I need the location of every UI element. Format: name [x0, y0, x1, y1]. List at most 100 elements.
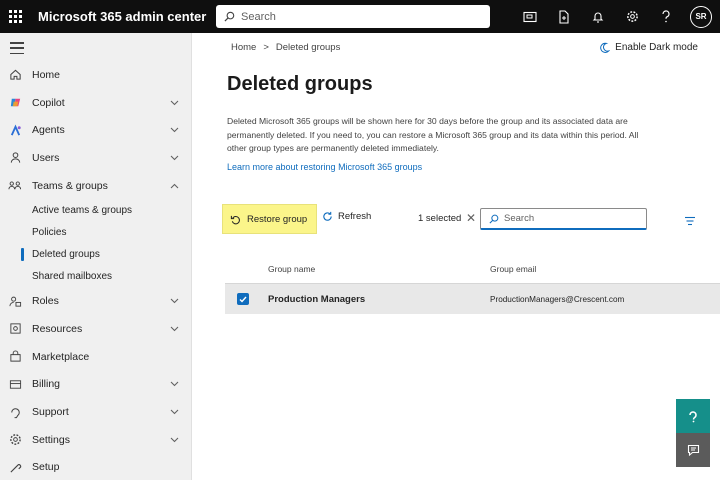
selected-count: 1 selected	[418, 213, 462, 224]
search-icon	[489, 214, 499, 224]
refresh-button[interactable]: Refresh	[322, 211, 371, 222]
sidebar-item-label: Setup	[32, 461, 60, 474]
sidebar-item-billing[interactable]: Billing	[0, 371, 191, 399]
sidebar-item-label: Teams & groups	[32, 179, 108, 192]
table-header: Group name Group email	[225, 255, 720, 283]
dark-mode-toggle[interactable]: Enable Dark mode	[599, 42, 698, 53]
chevron-down-icon	[170, 437, 179, 442]
sidebar-item-users[interactable]: Users	[0, 144, 191, 172]
chevron-down-icon	[170, 381, 179, 387]
sidebar-item-label: Home	[32, 68, 61, 81]
refresh-icon	[323, 211, 332, 221]
sidebar-item-agents[interactable]: Agents	[0, 116, 191, 144]
page-description: Deleted Microsoft 365 groups will be sho…	[227, 116, 639, 153]
roles-icon	[8, 294, 22, 308]
checkmark-icon	[239, 296, 247, 303]
sidebar-subitem-policies[interactable]: Policies	[0, 221, 191, 243]
billing-icon	[8, 377, 22, 391]
sidebar-subitem-active-teams[interactable]: Active teams & groups	[0, 199, 191, 221]
sidebar-subitem-shared-mailboxes[interactable]: Shared mailboxes	[0, 265, 191, 287]
command-bar: Restore group Refresh 1 selected ✕	[222, 204, 695, 234]
support-icon	[8, 405, 22, 419]
sidebar-item-label: Support	[32, 406, 69, 419]
teams-icon	[8, 179, 22, 193]
learn-more-link[interactable]: Learn more about restoring Microsoft 365…	[227, 162, 422, 172]
help-icon[interactable]	[656, 7, 676, 27]
resources-icon	[8, 322, 22, 336]
gear-icon[interactable]	[622, 7, 642, 27]
group-name-cell[interactable]: Production Managers	[268, 294, 365, 305]
chevron-down-icon	[170, 298, 179, 304]
global-search-input[interactable]	[241, 10, 471, 23]
filter-icon[interactable]	[684, 213, 696, 231]
deleted-groups-table: Group name Group email Production Manage…	[225, 255, 720, 314]
sidebar-item-setup[interactable]: Setup	[0, 454, 191, 480]
sidebar-item-roles[interactable]: Roles	[0, 287, 191, 315]
avatar[interactable]: SR	[690, 5, 712, 28]
screen-icon[interactable]	[520, 7, 540, 27]
chevron-down-icon	[170, 100, 179, 105]
sidebar-item-marketplace[interactable]: Marketplace	[0, 343, 191, 371]
copilot-icon	[8, 96, 22, 110]
sidebar-item-resources[interactable]: Resources	[0, 315, 191, 343]
breadcrumb-separator: >	[263, 42, 269, 53]
row-checkbox[interactable]	[237, 293, 249, 305]
sidebar: Home Copilot Agents Users Teams & groups…	[0, 33, 192, 480]
chevron-up-icon	[170, 183, 179, 188]
dark-mode-label: Enable Dark mode	[615, 42, 698, 53]
page-title: Deleted groups	[227, 73, 373, 95]
sidebar-item-settings[interactable]: Settings	[0, 426, 191, 454]
sidebar-item-copilot[interactable]: Copilot	[0, 89, 191, 117]
refresh-label: Refresh	[338, 211, 372, 222]
chevron-down-icon	[170, 155, 179, 161]
sidebar-item-home[interactable]: Home	[0, 61, 191, 89]
breadcrumb-home[interactable]: Home	[231, 42, 256, 53]
global-search-box[interactable]	[216, 5, 490, 28]
main-content: Home > Deleted groups Enable Dark mode D…	[193, 33, 720, 480]
help-assistant-button[interactable]	[676, 399, 710, 433]
sidebar-item-label: Agents	[32, 124, 65, 137]
clear-selection-icon[interactable]: ✕	[466, 211, 476, 225]
list-search-input[interactable]	[504, 213, 644, 224]
feedback-button[interactable]	[676, 433, 710, 467]
restore-icon	[230, 214, 241, 225]
restore-group-button[interactable]: Restore group	[222, 204, 317, 234]
sidebar-item-support[interactable]: Support	[0, 398, 191, 426]
table-row[interactable]: Production Managers ProductionManagers@C…	[225, 283, 720, 314]
sidebar-subitem-deleted-groups[interactable]: Deleted groups	[0, 243, 191, 265]
chevron-down-icon	[170, 326, 179, 332]
moon-icon	[600, 42, 611, 53]
column-header-group-name[interactable]: Group name	[268, 264, 315, 274]
user-icon	[8, 151, 22, 165]
sidebar-item-label: Settings	[32, 433, 70, 446]
home-icon	[8, 68, 22, 82]
assistant-icon	[689, 410, 697, 422]
column-header-group-email[interactable]: Group email	[490, 264, 536, 274]
restore-group-label: Restore group	[247, 213, 308, 225]
breadcrumb-current: Deleted groups	[275, 42, 341, 53]
sidebar-nav: Home Copilot Agents Users Teams & groups…	[0, 61, 191, 480]
app-launcher-button[interactable]	[0, 0, 30, 33]
sidebar-item-teams-groups[interactable]: Teams & groups	[0, 172, 191, 200]
sidebar-item-label: Billing	[32, 378, 61, 391]
sidebar-item-label: Roles	[32, 295, 59, 308]
marketplace-icon	[8, 350, 22, 364]
chevron-down-icon	[170, 127, 179, 133]
chevron-down-icon	[170, 409, 179, 415]
hamburger-icon[interactable]	[10, 42, 24, 54]
waffle-icon	[8, 10, 22, 23]
sidebar-item-label: Marketplace	[32, 350, 90, 363]
top-bar: Microsoft 365 admin center SR	[0, 0, 720, 33]
group-email-cell: ProductionManagers@Crescent.com	[490, 295, 625, 304]
agents-icon	[8, 123, 22, 137]
search-icon	[224, 11, 235, 22]
bell-icon[interactable]	[588, 7, 608, 27]
setup-icon	[8, 460, 22, 474]
app-title[interactable]: Microsoft 365 admin center	[38, 9, 206, 24]
document-icon[interactable]	[554, 7, 574, 27]
breadcrumb: Home > Deleted groups	[231, 42, 340, 53]
sidebar-item-label: Copilot	[32, 96, 65, 109]
sidebar-item-label: Users	[32, 151, 60, 164]
list-search-box[interactable]	[480, 208, 647, 230]
chat-icon	[687, 444, 699, 456]
